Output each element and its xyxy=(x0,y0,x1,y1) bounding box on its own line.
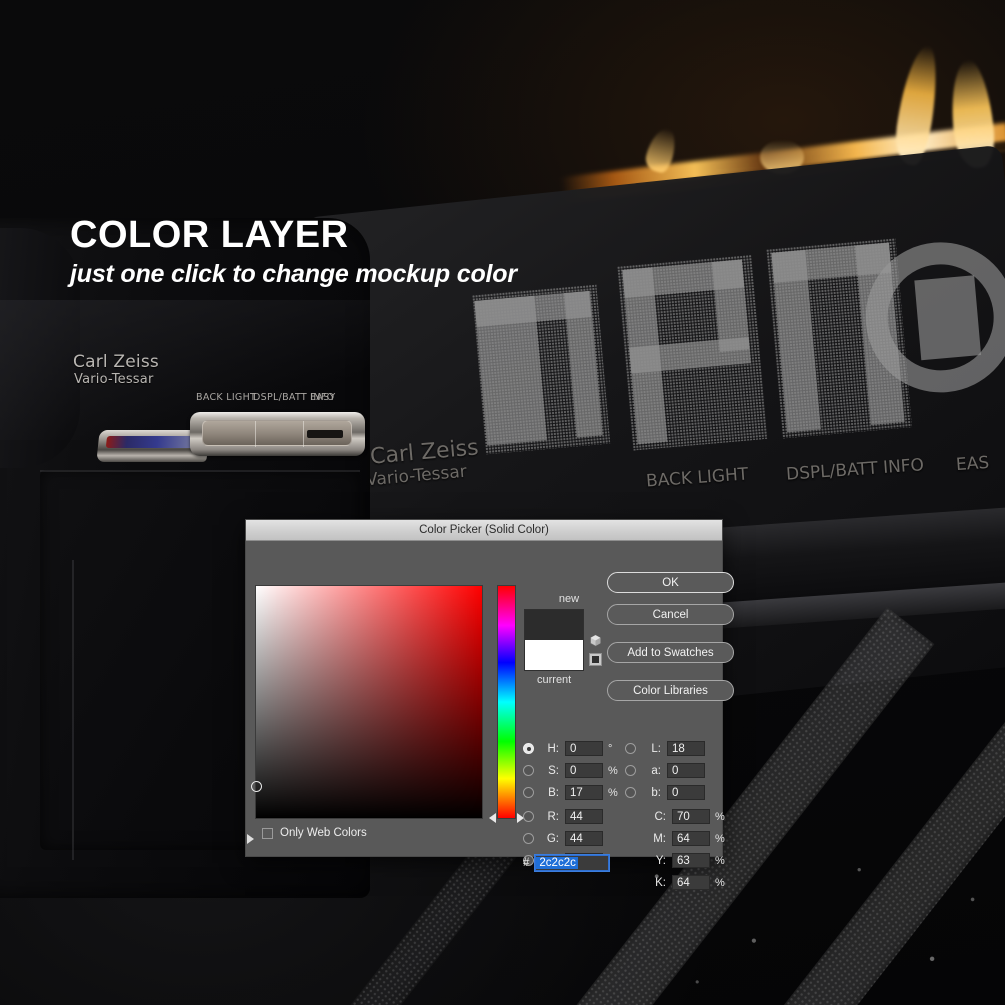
hue-slider[interactable] xyxy=(497,585,516,819)
field-row-b-lab[interactable]: b: 0 xyxy=(625,784,705,801)
field-row-m[interactable]: M: 64 % xyxy=(625,830,725,847)
camera-easy-label: EASY xyxy=(310,392,336,403)
hex-value: 2c2c2c xyxy=(536,857,578,869)
label-c: C: xyxy=(654,810,667,823)
input-g[interactable]: 44 xyxy=(565,831,603,846)
input-l[interactable]: 18 xyxy=(667,741,705,756)
radio-g[interactable] xyxy=(523,833,534,844)
label-b-brightness: B: xyxy=(548,786,559,799)
only-web-colors-checkbox[interactable] xyxy=(262,827,273,839)
field-row-g[interactable]: G: 44 xyxy=(523,830,603,847)
camera-backlight-label: BACK LIGHT xyxy=(196,392,257,403)
hex-row[interactable]: # 2c2c2c xyxy=(523,854,611,872)
field-left-marker-icon xyxy=(247,834,254,844)
dialog-titlebar[interactable]: Color Picker (Solid Color) xyxy=(246,520,722,541)
unit-m: % xyxy=(715,832,725,845)
hue-marker-left-icon[interactable] xyxy=(489,813,496,823)
field-row-r[interactable]: R: 44 xyxy=(523,808,603,825)
only-web-colors-label: Only Web Colors xyxy=(280,827,367,839)
label-s: S: xyxy=(548,764,559,777)
camera-button-row xyxy=(202,420,352,447)
input-m[interactable]: 64 xyxy=(672,831,710,846)
camera-seam-2 xyxy=(40,470,360,472)
label-g: G: xyxy=(546,832,559,845)
label-h: H: xyxy=(547,742,560,755)
unit-c: % xyxy=(715,810,725,823)
only-web-colors-row[interactable]: Only Web Colors xyxy=(255,827,367,839)
input-r[interactable]: 44 xyxy=(565,809,603,824)
camera-chrome-blue-accent xyxy=(105,436,200,448)
camera-lens-label: Vario-Tessar xyxy=(74,372,154,387)
ok-button[interactable]: OK xyxy=(607,572,734,593)
new-color-label: new xyxy=(558,593,580,605)
add-to-swatches-button[interactable]: Add to Swatches xyxy=(607,642,734,663)
label-l: L: xyxy=(651,742,661,755)
current-color-label: current xyxy=(537,674,572,686)
saturation-brightness-field[interactable] xyxy=(251,585,483,819)
field-row-k[interactable]: K: 64 % xyxy=(625,874,725,891)
web-safe-warning-icon[interactable] xyxy=(589,653,602,666)
field-row-b-brightness[interactable]: B: 17 % xyxy=(523,784,618,801)
radio-l[interactable] xyxy=(625,743,636,754)
color-selection-ring[interactable] xyxy=(251,781,262,792)
unit-k: % xyxy=(715,876,725,889)
page-subtitle: just one click to change mockup color xyxy=(70,260,517,288)
field-row-y[interactable]: Y: 63 % xyxy=(625,852,725,869)
reflected-easy-label: EAS xyxy=(955,452,990,476)
field-row-s[interactable]: S: 0 % xyxy=(523,762,618,779)
camera-chrome-button-plate xyxy=(190,412,365,456)
field-row-c[interactable]: C: 70 % xyxy=(625,808,725,825)
radio-s[interactable] xyxy=(523,765,534,776)
unit-h: ° xyxy=(608,742,613,755)
unit-y: % xyxy=(715,854,725,867)
hex-input[interactable]: 2c2c2c xyxy=(534,854,611,872)
radio-r[interactable] xyxy=(523,811,534,822)
radio-b-lab[interactable] xyxy=(625,787,636,798)
unit-s: % xyxy=(608,764,618,777)
current-color-swatch[interactable] xyxy=(525,640,583,670)
radio-h[interactable] xyxy=(523,743,534,754)
input-y[interactable]: 63 xyxy=(672,853,710,868)
camera-seam-1 xyxy=(72,560,74,860)
input-h[interactable]: 0 xyxy=(565,741,603,756)
out-of-gamut-warning-icon[interactable] xyxy=(589,634,602,647)
label-m: M: xyxy=(653,832,666,845)
field-row-l[interactable]: L: 18 xyxy=(625,740,705,757)
color-swatch-preview[interactable] xyxy=(524,609,584,671)
label-r: R: xyxy=(547,810,560,823)
color-picker-dialog[interactable]: Color Picker (Solid Color) new current O… xyxy=(245,519,734,890)
input-b-brightness[interactable]: 17 xyxy=(565,785,603,800)
input-c[interactable]: 70 xyxy=(672,809,710,824)
page-title: COLOR LAYER xyxy=(70,214,349,256)
hex-prefix-label: # xyxy=(523,857,530,869)
input-a[interactable]: 0 xyxy=(667,763,705,778)
overlay-headline: COLOR LAYER just one click to change moc… xyxy=(70,216,517,287)
camera-button-slot xyxy=(307,430,343,438)
input-s[interactable]: 0 xyxy=(565,763,603,778)
dialog-title: Color Picker (Solid Color) xyxy=(419,524,549,536)
label-b-lab: b: xyxy=(651,786,661,799)
new-color-swatch[interactable] xyxy=(525,610,583,640)
dialog-body: new current OK Cancel Add to Swatches Co… xyxy=(246,541,734,890)
radio-a[interactable] xyxy=(625,765,636,776)
cancel-button[interactable]: Cancel xyxy=(607,604,734,625)
field-row-a[interactable]: a: 0 xyxy=(625,762,705,779)
label-a: a: xyxy=(651,764,661,777)
color-libraries-button[interactable]: Color Libraries xyxy=(607,680,734,701)
label-k: K: xyxy=(655,876,666,889)
unit-b-brightness: % xyxy=(608,786,618,799)
grunge-lettering xyxy=(461,215,1005,491)
input-b-lab[interactable]: 0 xyxy=(667,785,705,800)
camera-brand-label: Carl Zeiss xyxy=(73,352,159,372)
field-row-h[interactable]: H: 0 ° xyxy=(523,740,618,757)
radio-b-brightness[interactable] xyxy=(523,787,534,798)
input-k[interactable]: 64 xyxy=(672,875,710,890)
label-y: Y: xyxy=(655,854,666,867)
